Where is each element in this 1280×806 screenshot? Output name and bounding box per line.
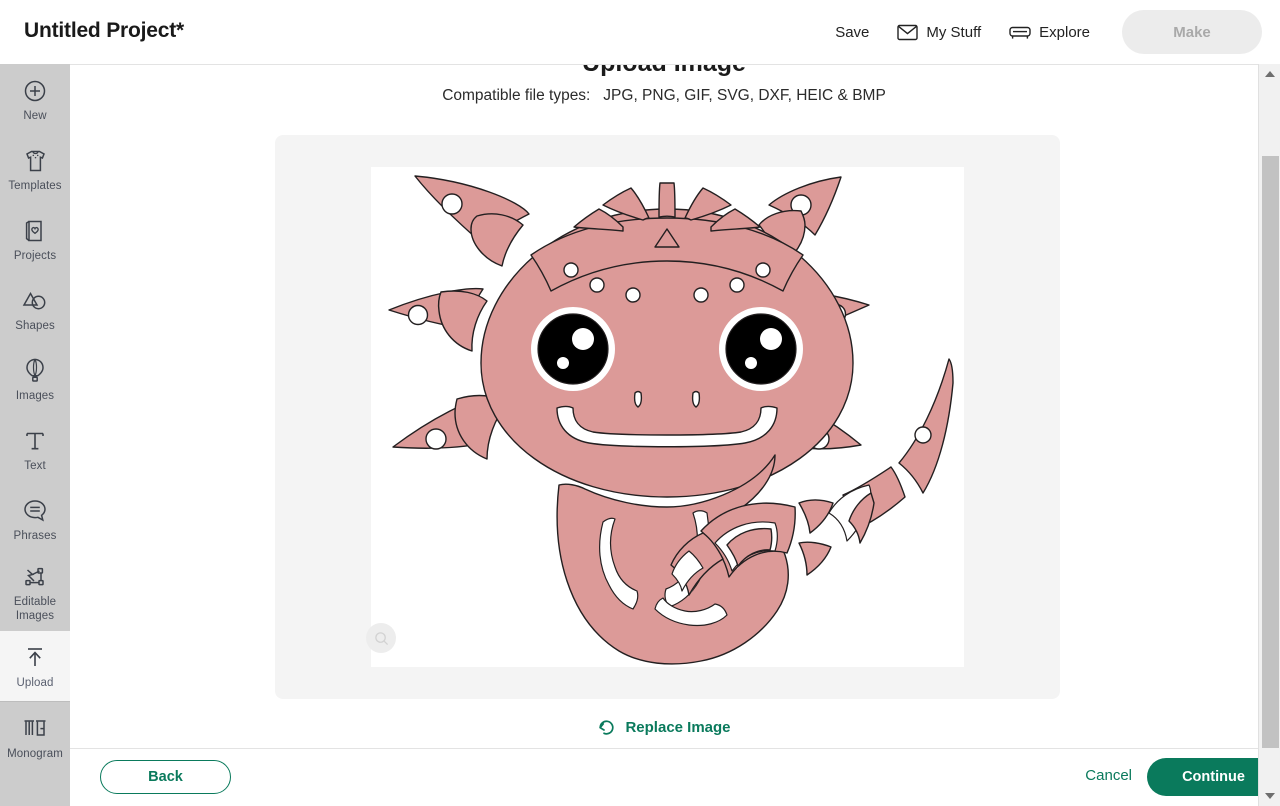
sidebar-item-upload[interactable]: Upload [0, 631, 70, 701]
save-label: Save [835, 23, 870, 41]
shapes-icon [22, 288, 48, 314]
explore-button[interactable]: Explore [995, 24, 1104, 41]
sidebar-item-label: Text [24, 459, 46, 472]
hot-air-balloon-icon [25, 358, 45, 384]
top-bar-actions: Save My Stuff Explore Make [821, 0, 1262, 64]
zoom-control-partial[interactable] [366, 623, 396, 653]
sidebar-item-label: Editable Images [13, 596, 57, 622]
back-button[interactable]: Back [100, 760, 231, 794]
tshirt-icon [24, 148, 47, 174]
sidebar-item-shapes[interactable]: Shapes [0, 274, 70, 344]
sidebar-item-images[interactable]: Images [0, 344, 70, 414]
save-button[interactable]: Save [821, 24, 883, 41]
sidebar-item-label: Images [15, 389, 55, 402]
monogram-mg-icon [22, 716, 48, 742]
bottom-action-bar: Back Cancel Continue [70, 748, 1280, 806]
left-sidebar: New Templates Projects Shapes Images Tex… [0, 64, 70, 806]
upload-image-panel: Upload Image Compatible file types: JPG,… [70, 64, 1280, 806]
sidebar-item-label: Templates [8, 179, 62, 192]
machine-icon [1009, 24, 1031, 40]
node-path-icon [23, 564, 47, 590]
panel-heading: Upload Image [70, 65, 1258, 78]
page-title[interactable]: Untitled Project* [24, 19, 184, 43]
axolotl-papercut-illustration [371, 167, 964, 667]
chevron-down-icon [1265, 793, 1275, 799]
sidebar-item-label: Monogram [7, 747, 63, 760]
sidebar-item-phrases[interactable]: Phrases [0, 484, 70, 554]
cancel-button[interactable]: Cancel [1085, 767, 1132, 784]
sidebar-item-templates[interactable]: Templates [0, 134, 70, 204]
uploaded-image-canvas[interactable] [371, 167, 964, 667]
sidebar-item-label: Upload [16, 676, 54, 689]
card-heart-icon [24, 218, 46, 244]
compatible-file-types: Compatible file types: JPG, PNG, GIF, SV… [70, 87, 1258, 105]
scroll-up-arrow[interactable] [1259, 65, 1280, 83]
sidebar-item-label: Phrases [13, 529, 57, 542]
my-stuff-label: My Stuff [926, 23, 982, 41]
plus-circle-icon [23, 78, 47, 104]
replace-image-button[interactable]: Replace Image [70, 718, 1258, 737]
sidebar-item-projects[interactable]: Projects [0, 204, 70, 274]
replace-image-label: Replace Image [625, 719, 731, 736]
cricut-design-space-window: Untitled Project* Save My Stuff Explore … [0, 0, 1280, 806]
upload-arrow-icon [24, 645, 46, 671]
make-button[interactable]: Make [1122, 10, 1262, 54]
envelope-icon [897, 24, 919, 41]
sidebar-item-text[interactable]: Text [0, 414, 70, 484]
sidebar-item-label: Projects [13, 249, 57, 262]
my-stuff-button[interactable]: My Stuff [883, 24, 995, 41]
refresh-rotate-icon [597, 718, 616, 737]
scroll-down-arrow[interactable] [1259, 787, 1280, 805]
image-preview-frame [275, 135, 1060, 699]
text-t-icon [24, 428, 46, 454]
sidebar-item-new[interactable]: New [0, 64, 70, 134]
sidebar-item-monogram[interactable]: Monogram [0, 702, 70, 772]
compatible-types-list: JPG, PNG, GIF, SVG, DXF, HEIC & BMP [603, 87, 886, 104]
compatible-lead-label: Compatible file types: [442, 87, 591, 104]
sidebar-item-label: New [23, 109, 47, 122]
panel-scroll-region: Upload Image Compatible file types: JPG,… [70, 65, 1258, 745]
scrollbar-thumb[interactable] [1262, 156, 1279, 748]
sidebar-item-label: Shapes [15, 319, 55, 332]
speech-bubble-icon [23, 498, 47, 524]
top-bar: Untitled Project* Save My Stuff Explore … [0, 0, 1280, 64]
chevron-up-icon [1265, 71, 1275, 77]
vertical-scrollbar[interactable] [1258, 64, 1280, 806]
explore-label: Explore [1039, 23, 1090, 41]
sidebar-item-editable-images[interactable]: Editable Images [0, 554, 70, 631]
